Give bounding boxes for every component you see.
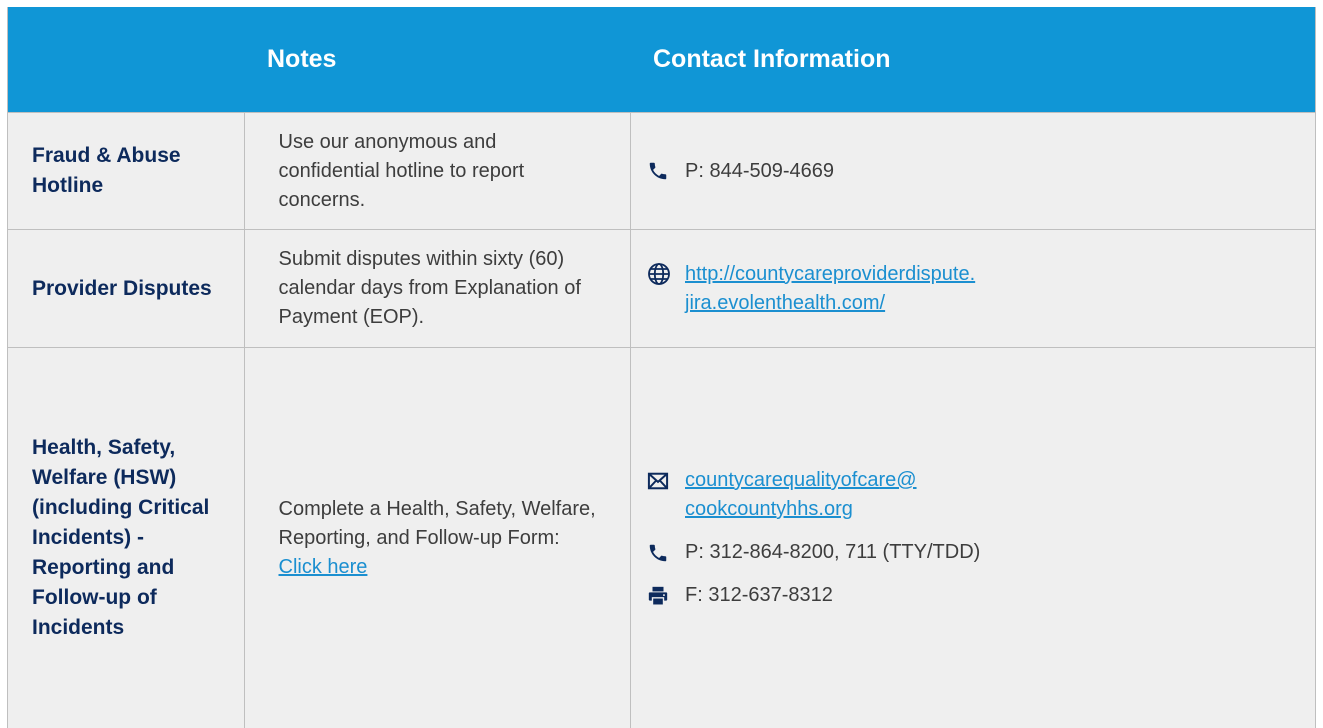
- contact-url: http://countycareproviderdispute. jira.e…: [647, 260, 975, 318]
- table-row-contact: http://countycareproviderdispute. jira.e…: [631, 229, 1315, 347]
- note-text: Submit disputes within sixty (60) calend…: [278, 248, 581, 328]
- notes-header-label: Notes: [267, 45, 337, 73]
- row-title: Provider Disputes: [32, 276, 212, 300]
- url-line-1: http://countycareproviderdispute.: [685, 262, 976, 285]
- contact-header: Contact Information: [631, 7, 1315, 112]
- phone-icon: [647, 157, 677, 186]
- table-row-note: Submit disputes within sixty (60) calend…: [244, 229, 631, 347]
- table-row-contact: P: 844-509-4669: [631, 112, 1315, 229]
- table-row-title: Provider Disputes: [8, 229, 244, 347]
- phone-icon: [647, 538, 677, 567]
- row-title: Health, Safety, Welfare (HSW) (including…: [32, 436, 210, 639]
- table-row-note: Use our anonymous and confidential hotli…: [244, 112, 631, 229]
- note-text: Complete a Health, Safety, Welfare, Repo…: [279, 495, 597, 582]
- header-blank-cell: [8, 7, 244, 112]
- provider-dispute-link[interactable]: http://countycareproviderdispute. jira.e…: [685, 260, 975, 318]
- table-row-note: Complete a Health, Safety, Welfare, Repo…: [244, 347, 631, 728]
- note-text: Use our anonymous and confidential hotli…: [278, 130, 525, 211]
- contact-fax: F: 312-637-8312: [647, 581, 980, 610]
- table-row-contact: countycarequalityofcare@ cookcountyhhs.o…: [631, 347, 1315, 728]
- contact-phone: P: 844-509-4669: [647, 157, 834, 186]
- envelope-icon: [647, 466, 677, 495]
- contact-phone: P: 312-864-8200, 711 (TTY/TDD): [647, 538, 980, 567]
- email-line-2: cookcountyhhs.org: [685, 498, 853, 520]
- row-title: Fraud & Abuse Hotline: [32, 144, 181, 197]
- phone-number: P: 844-509-4669: [685, 159, 835, 182]
- fax-number: F: 312-637-8312: [685, 584, 833, 606]
- phone-number: P: 312-864-8200, 711 (TTY/TDD): [685, 541, 981, 563]
- contact-table: Notes Contact Information Fraud & Abuse …: [7, 7, 1316, 728]
- url-line-2: jira.evolenthealth.com/: [685, 291, 886, 314]
- email-link[interactable]: countycarequalityofcare@ cookcountyhhs.o…: [685, 466, 917, 524]
- note-prefix: Complete a Health, Safety, Welfare, Repo…: [278, 497, 596, 549]
- globe-icon: [647, 260, 677, 289]
- email-line-1: countycarequalityofcare@: [685, 469, 917, 491]
- contact-email: countycarequalityofcare@ cookcountyhhs.o…: [647, 466, 980, 524]
- click-here-link[interactable]: Click here: [279, 556, 368, 578]
- table-row-title: Health, Safety, Welfare (HSW) (including…: [8, 347, 244, 728]
- table-row-title: Fraud & Abuse Hotline: [8, 112, 244, 229]
- contact-header-label: Contact Information: [653, 45, 891, 73]
- fax-icon: [647, 581, 677, 610]
- notes-header: Notes: [244, 7, 631, 112]
